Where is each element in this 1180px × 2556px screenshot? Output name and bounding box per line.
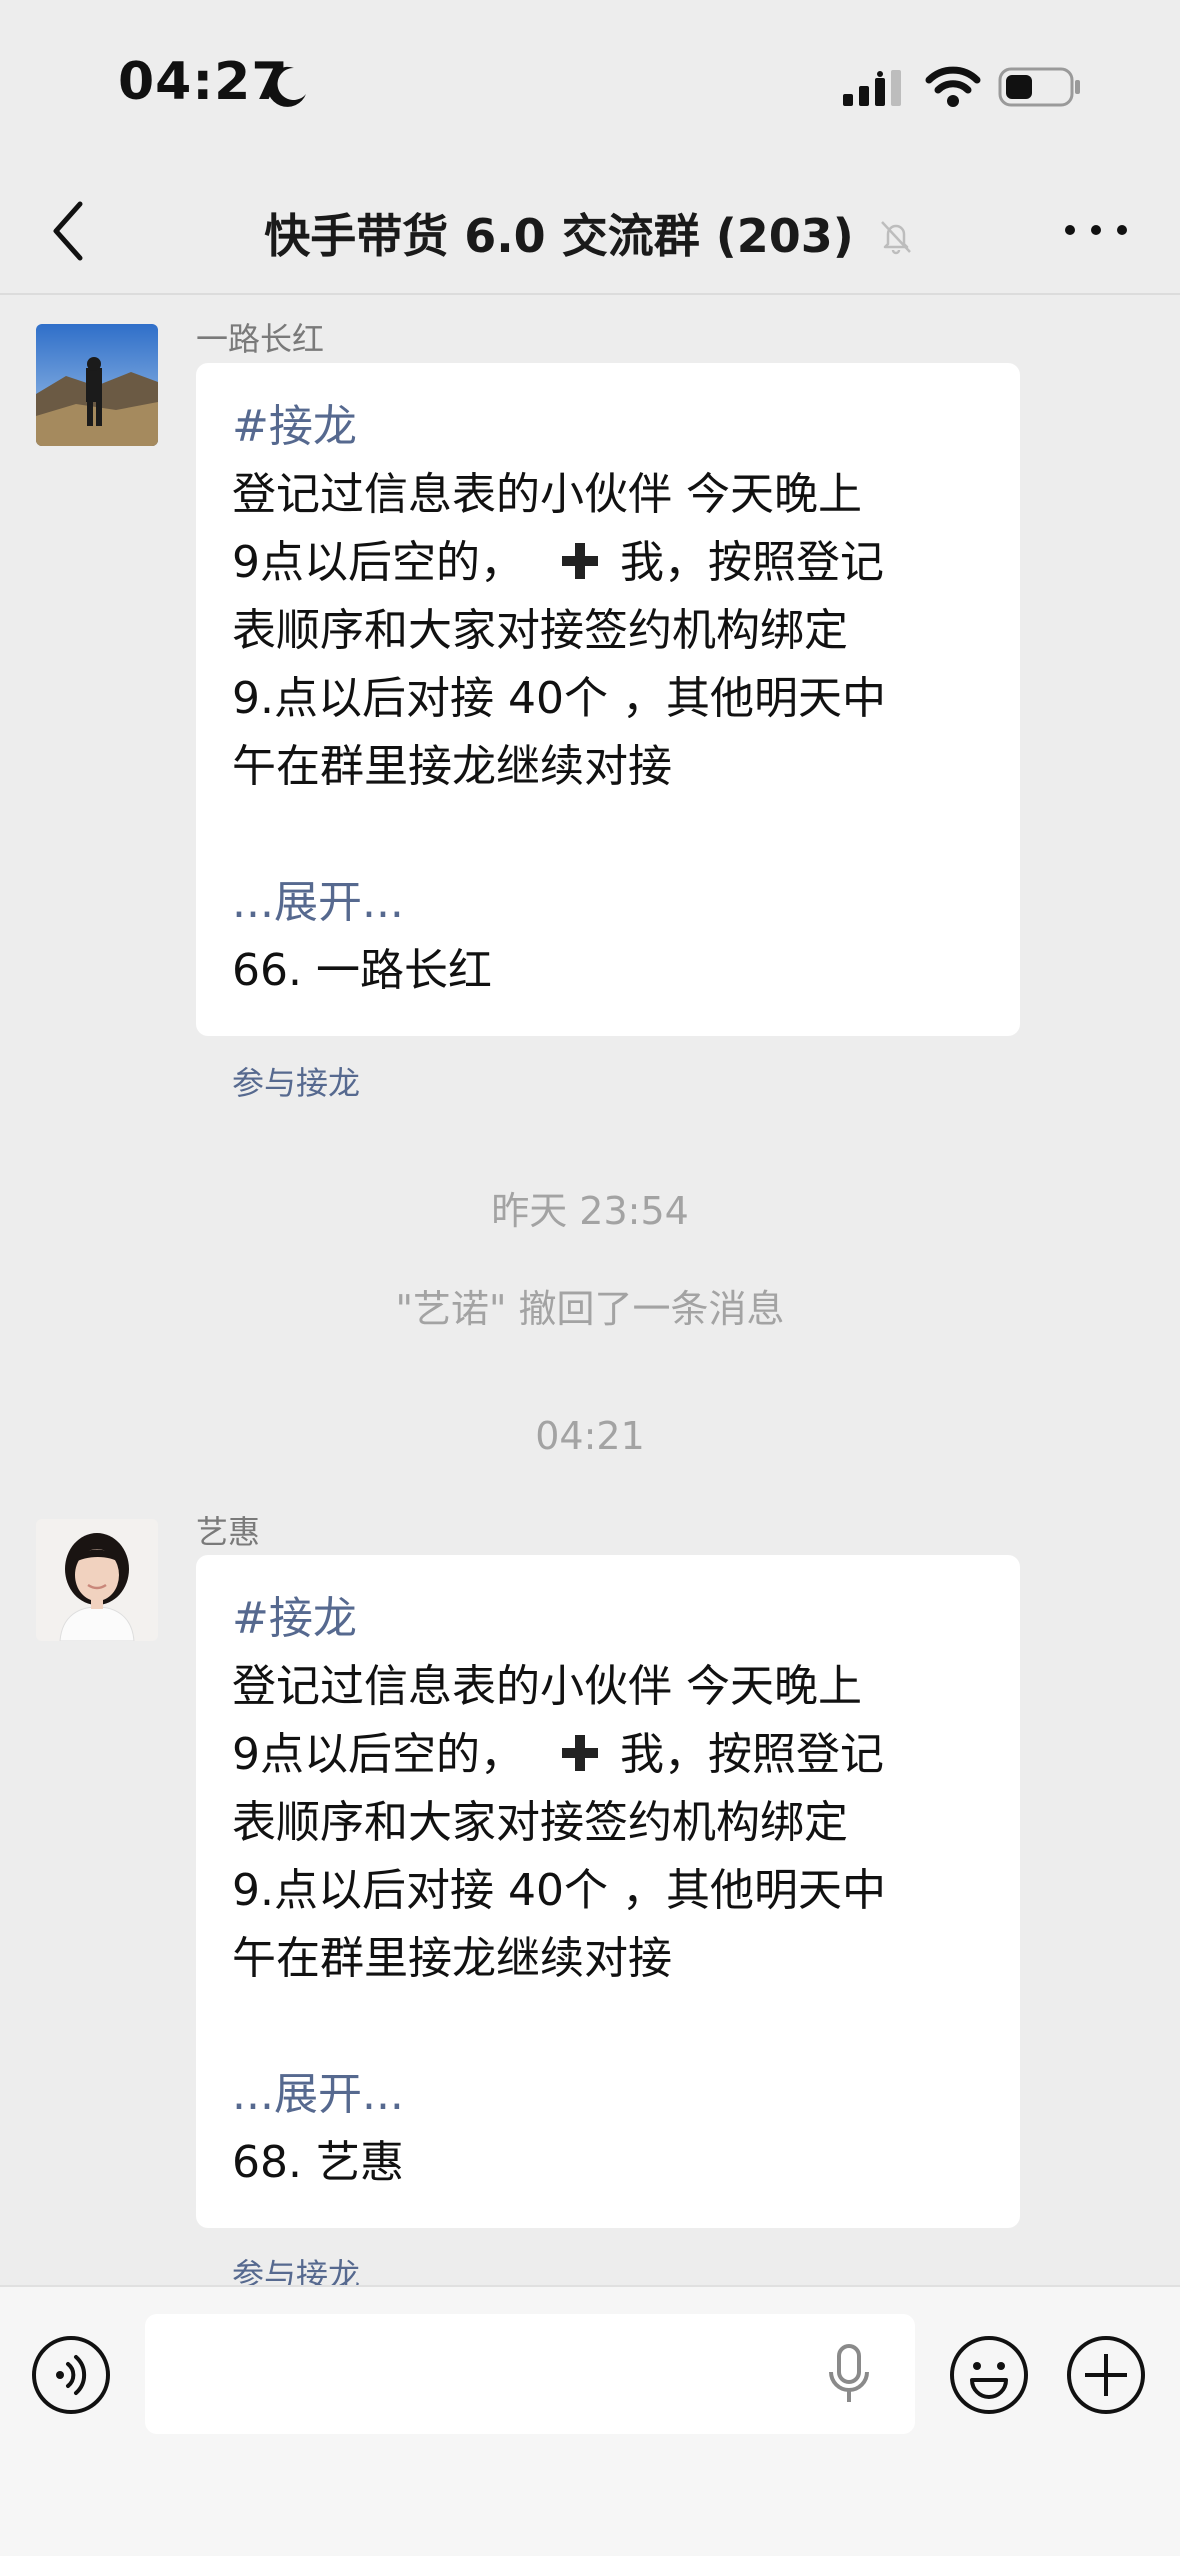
nav-title: 快手带货 6.0 交流群 (203) [0, 200, 1180, 266]
message-line: 表顺序和大家对接签约机构绑定 [232, 605, 848, 656]
wifi-icon [925, 66, 981, 107]
recall-notice: "艺诺" 撤回了一条消息 [395, 1287, 785, 1331]
chat-title: 快手带货 6.0 交流群 (203) [264, 209, 854, 263]
message-text: 我，按照登记 [620, 1729, 884, 1780]
hashtag-link[interactable]: #接龙 [232, 393, 984, 461]
plus-icon[interactable] [1065, 2334, 1147, 2416]
message-bubble[interactable]: #接龙 登记过信息表的小伙伴 今天晚上 9点以后空的， 我，按照登记 表顺序和大… [196, 1555, 1020, 2228]
expand-link[interactable]: ...展开... [232, 869, 984, 937]
avatar[interactable] [36, 1519, 158, 1641]
message-line: 登记过信息表的小伙伴 今天晚上 [232, 469, 862, 520]
input-bar [0, 2285, 1180, 2556]
message-text: 我，按照登记 [620, 537, 884, 588]
expand-link[interactable]: ...展开... [232, 2061, 984, 2129]
message-text: 9点以后空的， [232, 537, 524, 588]
message-line: 9点以后空的， 我，按照登记 [232, 529, 984, 597]
sender-name: 一路长红 [196, 320, 325, 358]
entry-line: 68. 艺惠 [232, 2137, 404, 2188]
join-chain-link[interactable]: 参与接龙 [232, 1058, 360, 1104]
message-line: 午在群里接龙继续对接 [232, 1933, 672, 1984]
message-text: 9点以后空的， [232, 1729, 524, 1780]
sender-name: 艺惠 [196, 1513, 261, 1551]
timestamp: 昨天 23:54 [491, 1189, 689, 1233]
mic-icon[interactable] [823, 2342, 875, 2406]
message-line: 9.点以后对接 40个 ，其他明天中 [232, 673, 886, 724]
message-line: 表顺序和大家对接签约机构绑定 [232, 1797, 848, 1848]
emoji-icon[interactable] [948, 2334, 1030, 2416]
nav-bar: 快手带货 6.0 交流群 (203) [0, 170, 1180, 295]
more-icon[interactable] [1062, 218, 1130, 242]
message-line: 午在群里接龙继续对接 [232, 741, 672, 792]
signal-icon [843, 70, 901, 106]
timestamp: 04:21 [535, 1414, 645, 1458]
battery-icon [998, 67, 1080, 107]
voice-icon[interactable] [30, 2334, 112, 2416]
mute-icon [880, 221, 911, 255]
avatar[interactable] [36, 324, 158, 446]
status-time: 04:27 [118, 52, 289, 112]
message-line: 9.点以后对接 40个 ，其他明天中 [232, 1865, 886, 1916]
plus-emoji-icon [562, 1735, 598, 1771]
entry-line: 66. 一路长红 [232, 945, 492, 996]
status-bar: 04:27 [0, 0, 1180, 170]
message-input[interactable] [145, 2314, 915, 2434]
message-line: 9点以后空的， 我，按照登记 [232, 1721, 984, 1789]
plus-emoji-icon [562, 543, 598, 579]
message-line: 登记过信息表的小伙伴 今天晚上 [232, 1661, 862, 1712]
moon-icon [267, 66, 306, 107]
hashtag-link[interactable]: #接龙 [232, 1585, 984, 1653]
message-bubble[interactable]: #接龙 登记过信息表的小伙伴 今天晚上 9点以后空的， 我，按照登记 表顺序和大… [196, 363, 1020, 1036]
